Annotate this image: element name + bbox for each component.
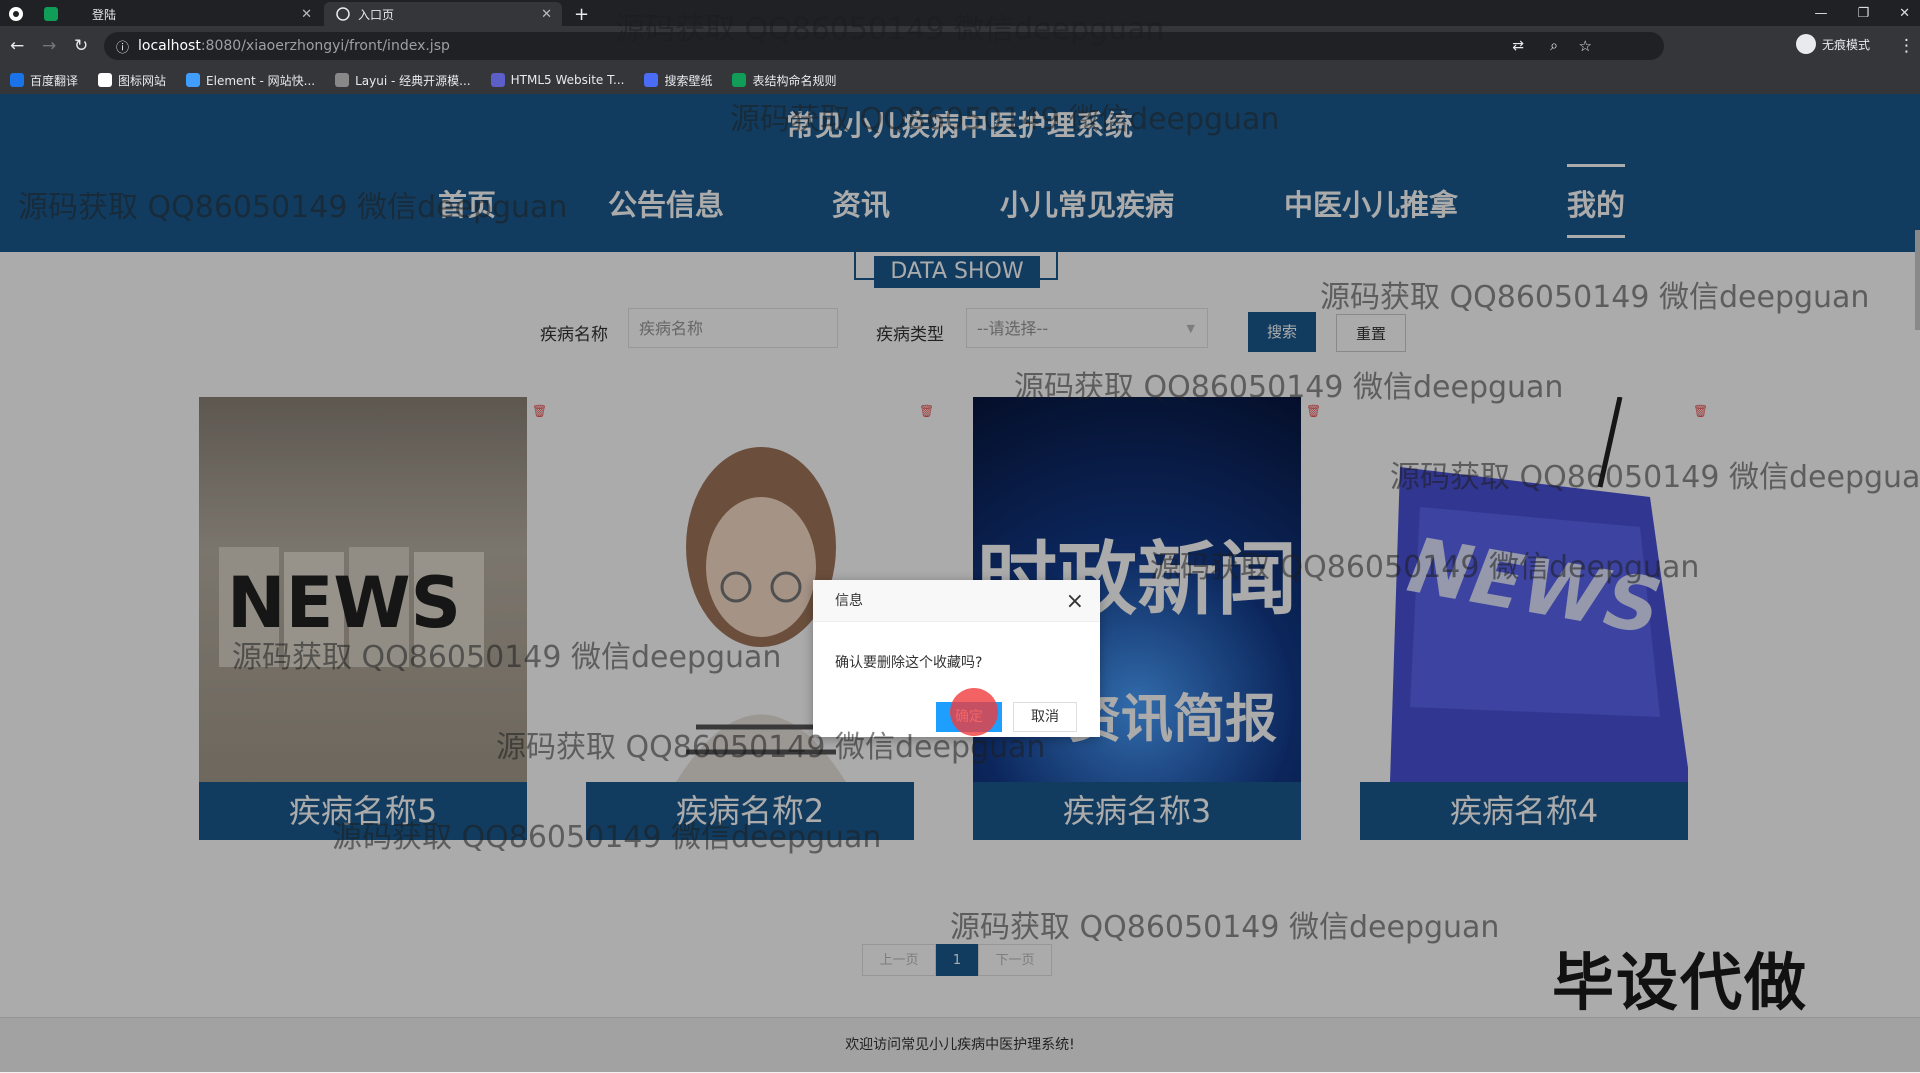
pinned-tab[interactable]: [44, 2, 62, 26]
bookmark-icon: [644, 73, 659, 87]
incognito-label: 无痕模式: [1822, 37, 1871, 52]
bookmark-icon: [732, 73, 747, 87]
restore-icon[interactable]: ❐: [1857, 6, 1869, 21]
close-tab-icon[interactable]: ✕: [301, 7, 312, 22]
forward-icon[interactable]: →: [42, 36, 56, 56]
tab-label: 登陆: [92, 7, 117, 22]
pinned-tab-icon: [44, 7, 58, 21]
translate-icon[interactable]: ⇄: [1512, 38, 1524, 54]
window-controls: — ❐ ✕: [1814, 0, 1910, 26]
address-bar-row: ← → ↻ ⓘ localhost:8080/xiaoerzhongyi/fro…: [0, 26, 1920, 66]
mouse-cursor-highlight: [950, 688, 998, 736]
bookmark-item[interactable]: Element - 网站快...: [186, 72, 315, 89]
bookmark-icon: [10, 73, 24, 87]
bookmark-item[interactable]: Layui - 经典开源模...: [335, 72, 471, 89]
browser-menu-icon[interactable]: [8, 2, 38, 26]
dialog-message: 确认要删除这个收藏吗?: [835, 655, 983, 671]
incognito-badge[interactable]: 无痕模式: [1796, 34, 1870, 54]
promo-stamp: 毕设代做: [1552, 946, 1809, 1019]
bookmark-icon: [186, 73, 201, 87]
info-icon: ⓘ: [116, 40, 130, 56]
bookmark-item[interactable]: 百度翻译: [10, 72, 78, 89]
bookmark-label: 搜索壁纸: [664, 73, 713, 88]
bookmark-icon: [98, 73, 113, 87]
globe-icon: [336, 7, 350, 21]
bookmark-label: 图标网站: [118, 73, 167, 88]
bookmark-item[interactable]: HTML5 Website T...: [490, 73, 625, 87]
dialog-title: 信息: [813, 580, 1100, 622]
zoom-icon[interactable]: ⌕: [1550, 38, 1558, 54]
bookmarks-bar: 百度翻译 图标网站 Element - 网站快... Layui - 经典开源模…: [0, 66, 1920, 94]
url-host: localhost: [138, 38, 201, 54]
url-path: :8080/xiaoerzhongyi/front/index.jsp: [200, 38, 450, 54]
browser-logo-icon: [9, 7, 23, 21]
close-window-icon[interactable]: ✕: [1899, 6, 1910, 21]
tab-login[interactable]: 登陆 ✕: [72, 2, 322, 26]
bookmark-label: Layui - 经典开源模...: [355, 73, 471, 88]
bookmark-item[interactable]: 表结构命名规则: [732, 72, 836, 89]
bookmark-item[interactable]: 图标网站: [98, 72, 166, 89]
browser-tab-strip: 登陆 ✕ 入口页 ✕ + — ❐ ✕: [0, 0, 1920, 26]
close-icon[interactable]: ×: [1066, 589, 1084, 614]
url-input[interactable]: ⓘ localhost:8080/xiaoerzhongyi/front/ind…: [104, 32, 1664, 60]
bookmark-label: 表结构命名规则: [752, 73, 837, 88]
bookmark-icon: [335, 73, 350, 87]
bookmark-label: Element - 网站快...: [206, 73, 316, 88]
bookmark-icon: [490, 73, 505, 87]
minimize-icon[interactable]: —: [1814, 6, 1827, 21]
back-icon[interactable]: ←: [10, 36, 24, 56]
close-tab-icon[interactable]: ✕: [541, 7, 552, 22]
cancel-button[interactable]: 取消: [1013, 702, 1077, 732]
reload-icon[interactable]: ↻: [74, 36, 88, 56]
incognito-icon: [1796, 34, 1816, 54]
new-tab-button[interactable]: +: [574, 2, 594, 26]
bookmark-item[interactable]: 搜索壁纸: [644, 72, 712, 89]
bookmark-label: 百度翻译: [30, 73, 79, 88]
tab-label: 入口页: [358, 7, 395, 22]
tab-entry[interactable]: 入口页 ✕: [324, 2, 562, 26]
bookmark-label: HTML5 Website T...: [510, 73, 625, 87]
bookmark-star-icon[interactable]: ☆: [1579, 37, 1592, 55]
more-menu-icon[interactable]: ⋮: [1898, 36, 1915, 56]
